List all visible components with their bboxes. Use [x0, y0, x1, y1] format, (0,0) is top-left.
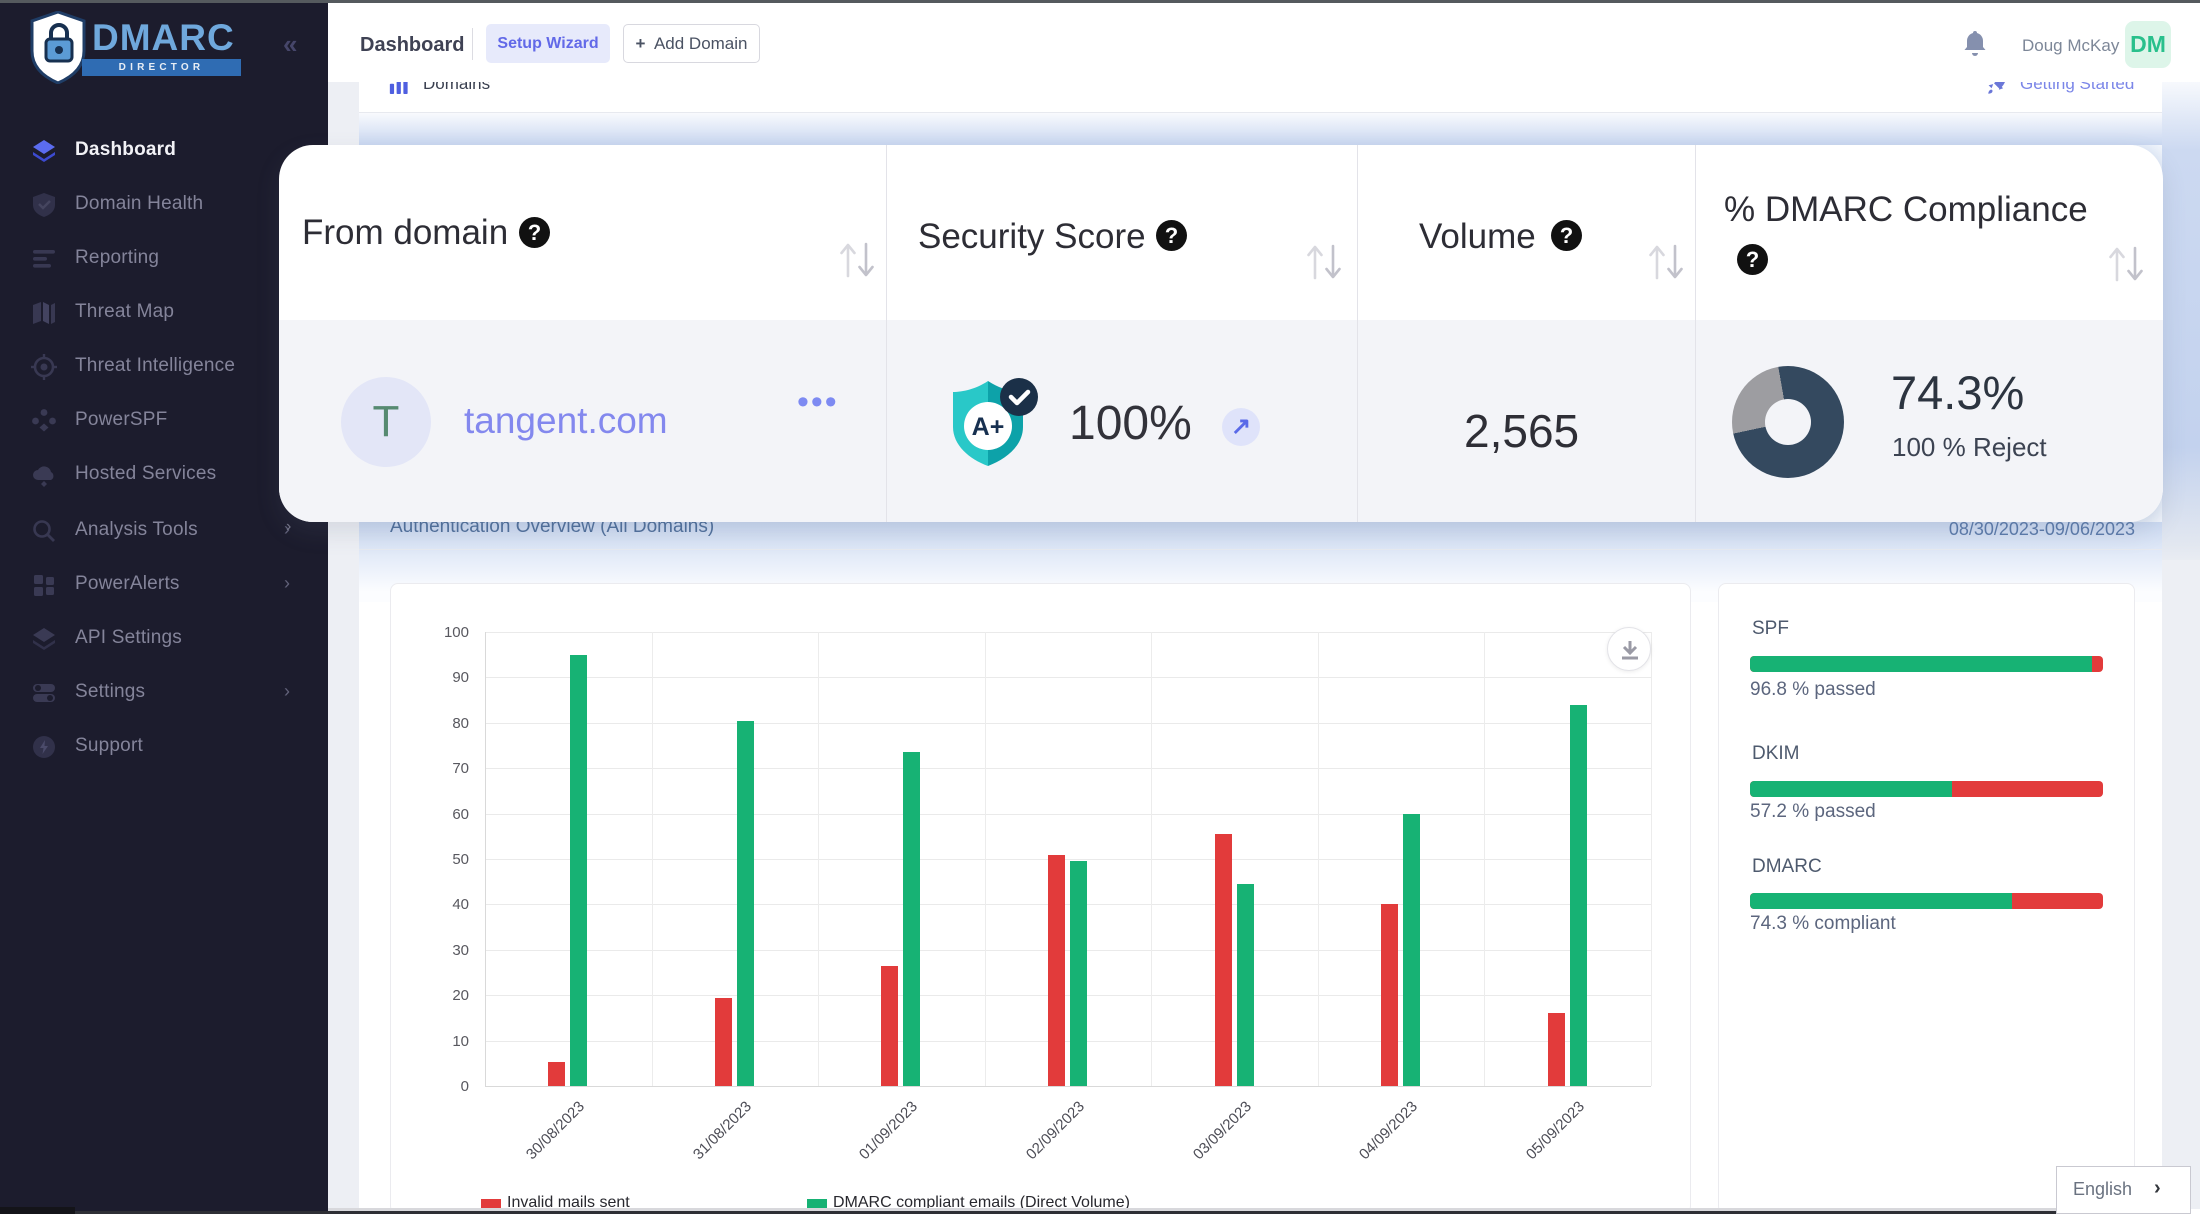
svg-text:A+: A+: [972, 413, 1005, 441]
